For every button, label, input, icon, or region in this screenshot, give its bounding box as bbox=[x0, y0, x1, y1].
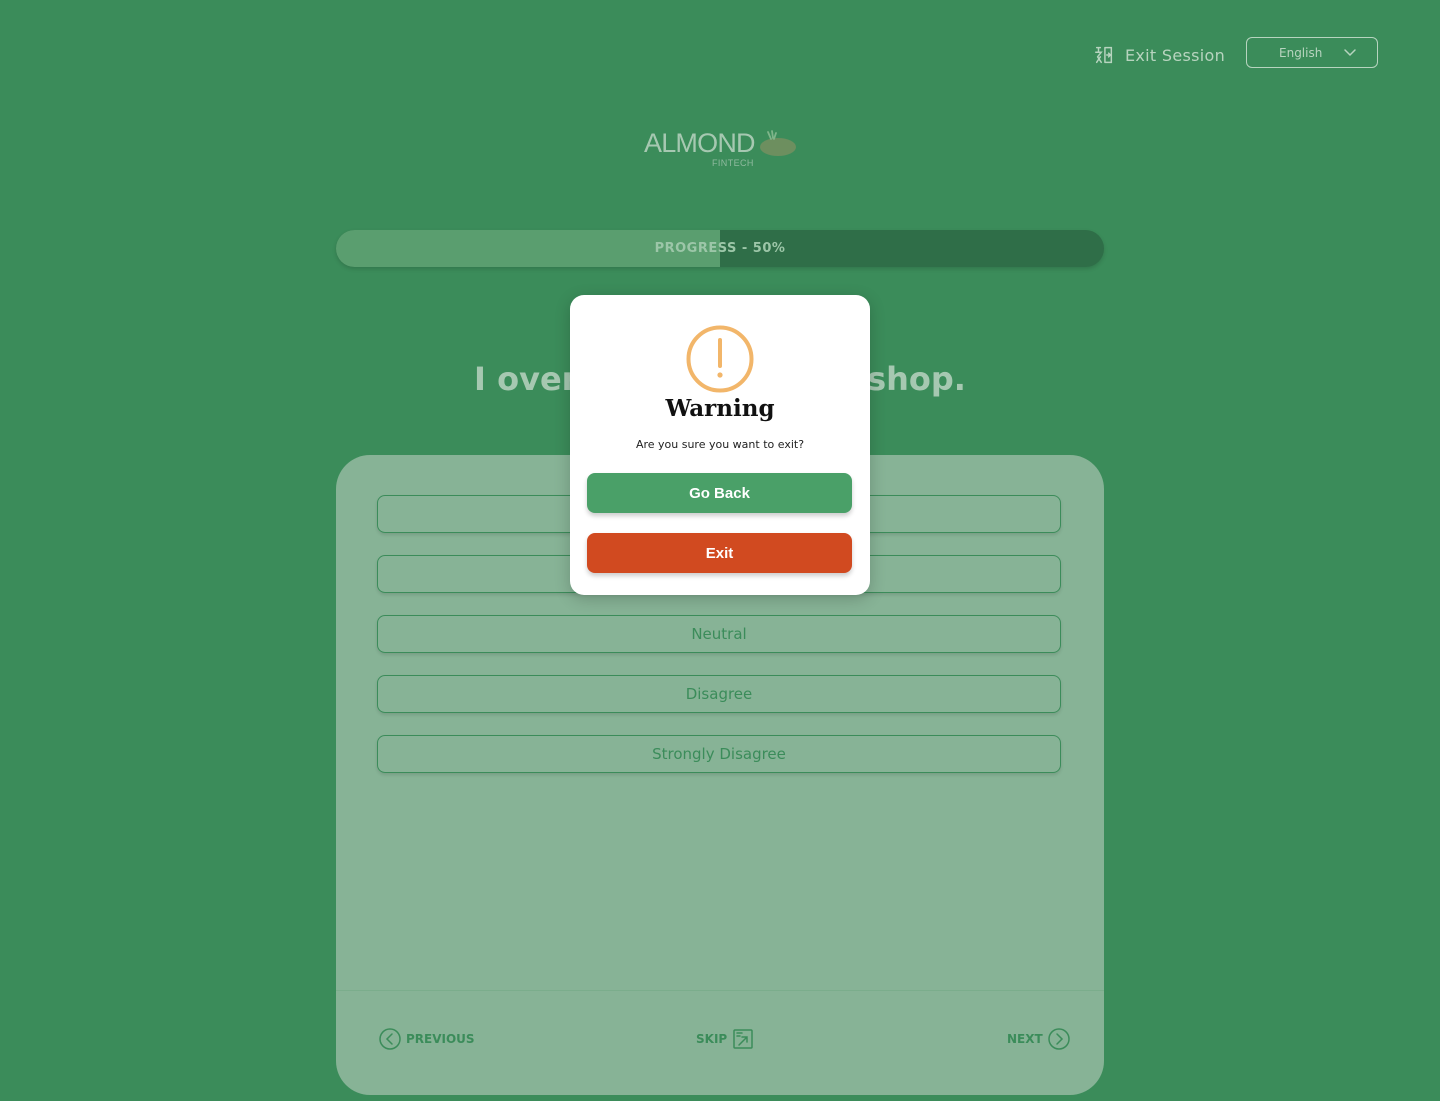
almond-logo: ALMOND FINTECH bbox=[644, 128, 804, 178]
skip-icon bbox=[733, 1029, 753, 1049]
answer-option-disagree[interactable]: Disagree bbox=[377, 675, 1061, 713]
language-selected: English bbox=[1279, 45, 1323, 60]
logo-tagline: FINTECH bbox=[712, 158, 754, 168]
modal-message: Are you sure you want to exit? bbox=[635, 438, 805, 451]
warning-modal: Warning Are you sure you want to exit? G… bbox=[570, 295, 870, 595]
answer-option-neutral[interactable]: Neutral bbox=[377, 615, 1061, 653]
modal-title: Warning bbox=[665, 395, 775, 422]
progress-label: PROGRESS - 50% bbox=[654, 241, 786, 256]
previous-button[interactable]: PREVIOUS bbox=[379, 1028, 475, 1050]
go-back-button[interactable]: Go Back bbox=[587, 473, 852, 513]
progress-bar: PROGRESS - 50% bbox=[336, 230, 1104, 267]
next-label: NEXT bbox=[1007, 1032, 1043, 1046]
skip-label: SKIP bbox=[696, 1032, 728, 1046]
skip-button[interactable]: SKIP bbox=[696, 1028, 754, 1050]
exit-button[interactable]: Exit bbox=[587, 533, 852, 573]
answer-option-strongly-disagree[interactable]: Strongly Disagree bbox=[377, 735, 1061, 773]
question-navigation: PREVIOUS SKIP NEXT bbox=[336, 990, 1104, 1101]
previous-label: PREVIOUS bbox=[406, 1032, 475, 1046]
language-select[interactable]: English bbox=[1246, 37, 1378, 68]
logo-name: ALMOND bbox=[644, 128, 756, 158]
exclamation-circle-icon bbox=[686, 325, 754, 393]
next-button[interactable]: NEXT bbox=[1007, 1028, 1070, 1050]
chevron-left-circle-icon bbox=[379, 1028, 401, 1050]
almond-nut-icon bbox=[760, 130, 796, 156]
exit-session-icon bbox=[1095, 46, 1113, 64]
chevron-down-icon bbox=[1344, 48, 1356, 56]
exit-session-label: Exit Session bbox=[1125, 45, 1226, 65]
chevron-right-circle-icon bbox=[1047, 1028, 1070, 1050]
exit-session-button[interactable]: Exit Session bbox=[1093, 40, 1225, 70]
